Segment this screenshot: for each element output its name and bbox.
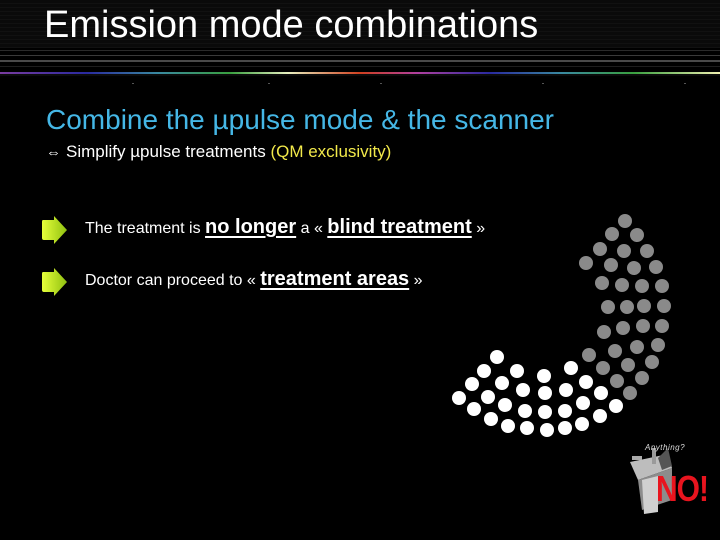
scan-dot-gray [579, 256, 593, 270]
scan-dot-white [510, 364, 524, 378]
scan-dot-white [540, 423, 554, 437]
decorative-tick [684, 83, 686, 84]
scan-dot-gray [640, 244, 654, 258]
scan-dot-white [576, 396, 590, 410]
scan-dot-white [501, 419, 515, 433]
slide-title: Emission mode combinations [44, 4, 539, 46]
scan-dot-gray [651, 338, 665, 352]
bullet-text: The treatment is no longer a « blind tre… [85, 216, 485, 239]
bullet-text-part: The treatment is [85, 220, 206, 237]
scan-dot-gray [623, 386, 637, 400]
scan-dot-white [538, 405, 552, 419]
slide-subtitle: Combine the µpulse mode & the scanner [46, 104, 554, 135]
decorative-tick [542, 83, 544, 84]
scan-dot-gray [630, 228, 644, 242]
scan-dot-gray [657, 299, 671, 313]
scan-dot-white [452, 391, 466, 405]
scan-dot-white [516, 383, 530, 397]
scan-dot-gray [595, 276, 609, 290]
scan-dot-gray [610, 374, 624, 388]
scan-dot-white [538, 386, 552, 400]
scan-dot-gray [649, 260, 663, 274]
decorative-tick [132, 83, 134, 84]
scan-dot-gray [616, 321, 630, 335]
scan-dot-white [594, 386, 608, 400]
scan-dot-gray [655, 319, 669, 333]
no-badge-caption: Anything? [645, 443, 686, 452]
bullet-text-part: » [409, 272, 423, 289]
bullet-text-part: Doctor can proceed to « [85, 272, 261, 289]
scan-dot-white [564, 361, 578, 375]
no-badge-text: NO! [656, 470, 709, 510]
scan-dot-gray [597, 325, 611, 339]
scan-dot-white [484, 412, 498, 426]
scan-dot-gray [645, 355, 659, 369]
emphasis-no-longer: no longer [205, 216, 297, 238]
scan-dot-gray [655, 279, 669, 293]
scan-dot-gray [593, 242, 607, 256]
scan-dot-white [579, 375, 593, 389]
scan-dot-white [481, 390, 495, 404]
scan-dot-gray [635, 279, 649, 293]
scan-dot-white [518, 404, 532, 418]
scan-dot-white [520, 421, 534, 435]
scan-dot-gray [618, 214, 632, 228]
bullet-text-part: a « [296, 220, 328, 237]
green-arrow-bullet-icon [42, 268, 67, 296]
header-divider-line [0, 50, 720, 51]
scan-dot-white [495, 376, 509, 390]
scan-dot-white [465, 377, 479, 391]
sub-point-highlight: (QM exclusivity) [270, 142, 392, 161]
scan-dot-white [575, 417, 589, 431]
scan-dot-gray [635, 371, 649, 385]
scan-dot-gray [620, 300, 634, 314]
scan-dot-white [467, 402, 481, 416]
scan-dot-gray [636, 319, 650, 333]
scan-dot-white [537, 369, 551, 383]
scan-dot-gray [617, 244, 631, 258]
header-divider-line [0, 55, 720, 56]
rainbow-divider-shadow [0, 74, 720, 76]
sub-point: ⇔ Simplify µpulse treatments (QM exclusiv… [46, 142, 391, 162]
scan-dot-white [477, 364, 491, 378]
left-right-arrow-icon: ⇔ [46, 144, 61, 161]
scan-dot-white [609, 399, 623, 413]
scan-dot-gray [582, 348, 596, 362]
bullet-text-part: » [471, 220, 486, 237]
scan-dot-gray [601, 300, 615, 314]
header-divider-line [0, 66, 720, 67]
scan-dot-gray [615, 278, 629, 292]
scan-dot-gray [608, 344, 622, 358]
scan-dot-white [490, 350, 504, 364]
scan-dot-gray [621, 358, 635, 372]
green-arrow-bullet-icon [42, 216, 67, 244]
header-divider-line [0, 60, 720, 62]
emphasis-blind-treatment: blind treatment [327, 216, 472, 238]
scan-dot-white [559, 383, 573, 397]
decorative-tick [380, 83, 382, 84]
scan-dot-white [558, 404, 572, 418]
decorative-tick [268, 83, 270, 84]
scan-dot-gray [605, 227, 619, 241]
scan-dot-gray [596, 361, 610, 375]
emphasis-treatment-areas: treatment areas [260, 268, 410, 290]
scan-dot-gray [627, 261, 641, 275]
sub-point-text: Simplify µpulse treatments [66, 142, 271, 161]
scan-dot-gray [630, 340, 644, 354]
bullet-text: Doctor can proceed to « treatment areas … [85, 268, 423, 291]
scan-dot-white [558, 421, 572, 435]
scan-dot-white [498, 398, 512, 412]
scan-dot-gray [637, 299, 651, 313]
scan-dot-white [593, 409, 607, 423]
scan-dot-gray [604, 258, 618, 272]
